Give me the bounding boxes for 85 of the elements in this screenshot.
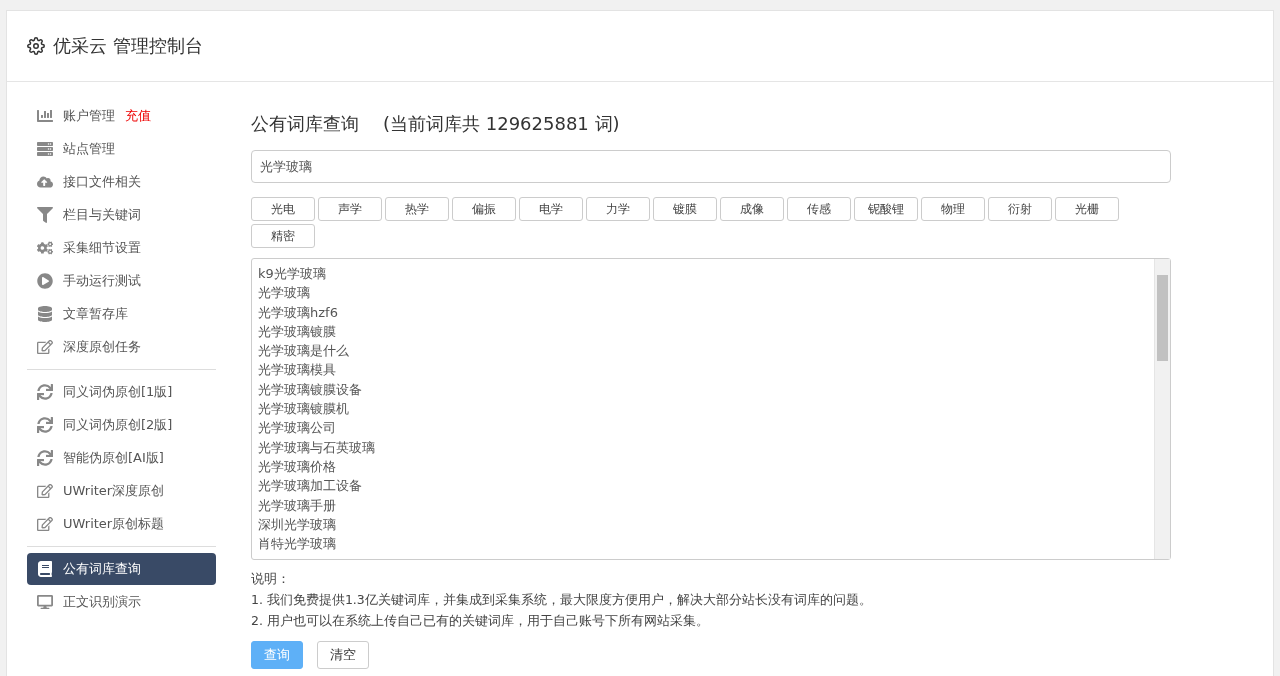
note-text: 2. 用户也可以在系统上传自己已有的关键词库，用于自己账号下所有网站采集。 [251, 612, 710, 630]
sidebar-item-label: UWriter深度原创 [63, 482, 165, 500]
clear-button[interactable]: 清空 [317, 641, 369, 669]
note-text: 1. 我们免费提供1.3亿关键词库，并集成到采集系统，最大限度方便用户，解决大部分站长没有词库的问题。 [251, 591, 873, 609]
sidebar-item-label: 栏目与关键词 [63, 206, 141, 224]
result-item[interactable]: 光学玻璃公司 [258, 418, 1148, 438]
sidebar-item-label: 同义词伪原创[1版] [63, 383, 173, 401]
result-item[interactable]: k9光学玻璃 [258, 264, 1148, 284]
refresh-icon [37, 384, 53, 400]
sidebar-item-label: 深度原创任务 [63, 338, 141, 356]
result-item[interactable]: 光学玻璃镀膜设备 [258, 379, 1148, 400]
scrollbar[interactable] [1154, 259, 1170, 559]
page-title: 公有词库查询 [251, 112, 359, 136]
sidebar-item-label: 智能伪原创[AI版] [63, 449, 164, 467]
tag-button[interactable]: 力学 [586, 197, 650, 221]
sidebar-item[interactable]: UWriter深度原创 [27, 475, 216, 507]
book-icon [37, 561, 53, 577]
result-item[interactable]: 光学玻璃与石英玻璃 [258, 437, 1148, 457]
result-item[interactable]: 光学玻璃是什么 [258, 341, 1148, 361]
gears-icon [37, 240, 53, 256]
edit-icon [37, 483, 53, 499]
result-item[interactable]: 光学玻璃镀膜机 [258, 399, 1148, 419]
database-icon [37, 306, 53, 322]
monitor-icon [37, 594, 53, 610]
refresh-icon [37, 417, 53, 433]
sidebar-item[interactable]: 智能伪原创[AI版] [27, 442, 216, 474]
sidebar-item-label: 同义词伪原创[2版] [63, 416, 173, 434]
tag-button[interactable]: 光栅 [1055, 197, 1119, 221]
settings-icon [27, 37, 45, 55]
sidebar-item[interactable]: 同义词伪原创[1版] [27, 376, 216, 408]
word-count: (当前词库共 129625881 词) [383, 112, 620, 136]
result-item[interactable]: 光学玻璃价格 [258, 456, 1148, 477]
sidebar-item-label: 站点管理 [63, 140, 115, 158]
sidebar-item[interactable]: 同义词伪原创[2版] [27, 409, 216, 441]
sidebar-item[interactable]: 正文识别演示 [27, 586, 216, 618]
sidebar-item[interactable]: 站点管理 [27, 133, 216, 165]
sidebar-item-label: 账户管理 [63, 107, 115, 125]
sidebar-item[interactable]: 文章暂存库 [27, 298, 216, 330]
sidebar-item[interactable]: 公有词库查询 [27, 553, 216, 585]
sidebar-item-label: 正文识别演示 [63, 593, 141, 611]
tag-button[interactable]: 铌酸锂 [854, 197, 918, 221]
server-icon [37, 141, 53, 157]
result-item[interactable]: 肖特光学玻璃 [258, 534, 1148, 554]
tag-button[interactable]: 热学 [385, 197, 449, 221]
sidebar-item-label: 接口文件相关 [63, 173, 141, 191]
sidebar-item[interactable]: 账户管理 充值 [27, 100, 216, 132]
tag-button[interactable]: 镀膜 [653, 197, 717, 221]
tag-button[interactable]: 传感 [787, 197, 851, 221]
refresh-icon [37, 450, 53, 466]
sidebar-item[interactable]: 栏目与关键词 [27, 199, 216, 231]
result-item[interactable]: 光学玻璃加工设备 [258, 476, 1148, 496]
edit-icon [37, 516, 53, 532]
tag-button[interactable]: 成像 [720, 197, 784, 221]
tag-button[interactable]: 衍射 [988, 197, 1052, 221]
sidebar-item-label: 采集细节设置 [63, 239, 141, 257]
result-item[interactable]: 光学玻璃 [258, 283, 1148, 303]
play-icon [37, 273, 53, 289]
sidebar-item-label: UWriter原创标题 [63, 515, 165, 533]
tag-button[interactable]: 精密 [251, 224, 315, 248]
result-item[interactable]: 深圳光学玻璃 [258, 514, 1148, 535]
search-field[interactable]: 光学玻璃 [251, 150, 1171, 183]
console-title: 优采云 管理控制台 [53, 34, 203, 58]
sidebar-item[interactable]: 深度原创任务 [27, 331, 216, 363]
result-item[interactable]: 光学玻璃手册 [258, 495, 1148, 515]
result-item[interactable]: 光学玻璃模具 [258, 360, 1148, 380]
sidebar-item-label: 文章暂存库 [63, 305, 128, 323]
recharge-link[interactable]: 充值 [125, 107, 151, 125]
tag-button[interactable]: 声学 [318, 197, 382, 221]
sidebar-item[interactable]: 采集细节设置 [27, 232, 216, 264]
result-item[interactable]: 光学玻璃镀膜 [258, 321, 1148, 342]
tag-button[interactable]: 电学 [519, 197, 583, 221]
sidebar-item-label: 公有词库查询 [63, 560, 141, 578]
edit-icon [37, 339, 53, 355]
sidebar-item[interactable]: UWriter原创标题 [27, 508, 216, 540]
tag-button[interactable]: 偏振 [452, 197, 516, 221]
notes-title: 说明： [251, 570, 291, 588]
cloud-upload-icon [37, 174, 53, 190]
tag-button[interactable]: 光电 [251, 197, 315, 221]
sidebar-item[interactable]: 手动运行测试 [27, 265, 216, 297]
sidebar-item-label: 手动运行测试 [63, 272, 141, 290]
sidebar-item[interactable]: 接口文件相关 [27, 166, 216, 198]
tag-button[interactable]: 物理 [921, 197, 985, 221]
filter-icon [37, 207, 53, 223]
bar-chart-icon [37, 108, 53, 124]
result-item[interactable]: 光学玻璃hzf6 [258, 302, 1148, 322]
